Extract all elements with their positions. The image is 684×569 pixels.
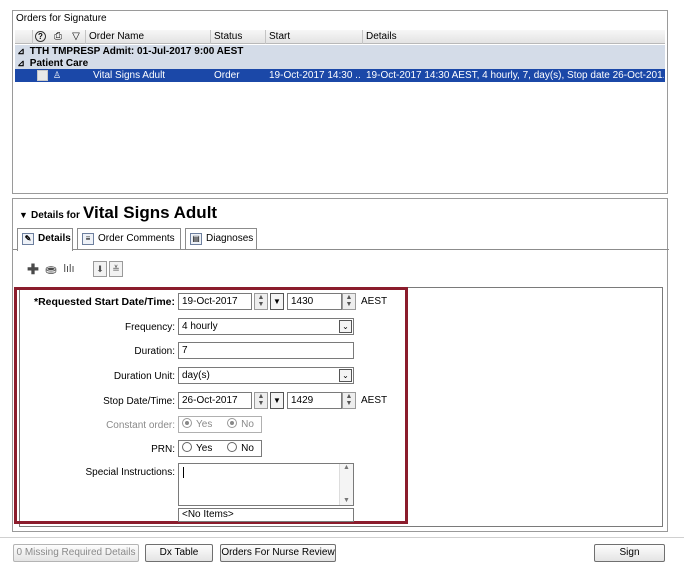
prn-radio-group: Yes No [178, 440, 262, 457]
order-type-icon: ♙ [53, 70, 62, 80]
stop-time-field[interactable]: 1429 [287, 392, 342, 409]
duration-unit-label: Duration Unit: [113, 371, 175, 382]
tab-divider [13, 249, 669, 250]
prn-label: PRN: [151, 444, 175, 455]
duration-label: Duration: [134, 346, 175, 357]
stop-timezone: AEST [361, 395, 388, 406]
requested-start-date-field[interactable]: 19-Oct-2017 [178, 293, 252, 310]
orders-for-nurse-review-button[interactable]: Orders For Nurse Review [220, 544, 336, 562]
duration-field[interactable]: 7 [178, 342, 354, 359]
column-header-order-name[interactable]: Order Name [85, 30, 211, 44]
reference-icon[interactable]: ⛂ [43, 261, 59, 277]
stop-calendar-dropdown[interactable]: ▼ [270, 392, 284, 409]
stop-date-spinner[interactable]: ▲ ▼ [254, 392, 268, 409]
scroll-down-icon[interactable]: ▼ [340, 497, 353, 505]
comments-tab-icon: ≡ [82, 233, 94, 245]
tab-order-comments[interactable]: ≡ Order Comments [77, 228, 181, 250]
duration-unit-select[interactable]: day(s) ⌄ [178, 367, 354, 384]
orders-for-signature-panel: Orders for Signature ? ⎙ ▽ Order Name St… [12, 10, 668, 194]
tab-details-label: Details [38, 233, 71, 244]
order-details: 19-Oct-2017 14:30 AEST, 4 hourly, 7, day… [366, 70, 664, 81]
prn-no-label[interactable]: No [241, 443, 254, 454]
order-name: Vital Signs Adult [93, 70, 166, 81]
order-row-selected[interactable]: ♙ Vital Signs Adult Order 19-Oct-2017 14… [15, 69, 665, 82]
details-heading: ▼ Details for Vital Signs Adult [19, 203, 217, 223]
stop-datetime-label: Stop Date/Time: [103, 396, 175, 407]
prn-yes-radio[interactable] [182, 442, 192, 452]
order-start: 19-Oct-2017 14:30 ... [269, 70, 361, 81]
frequency-label: Frequency: [124, 322, 175, 333]
filter-icon[interactable]: ▽ [70, 31, 82, 43]
requested-start-time-spinner[interactable]: ▲ ▼ [342, 293, 356, 310]
requested-start-label: *Requested Start Date/Time: [33, 296, 175, 308]
constant-order-yes-radio [182, 418, 192, 428]
encounter-group-row[interactable]: ⊿ TTH TMPRESP Admit: 01-Jul-2017 9:00 AE… [15, 45, 665, 57]
requested-start-timezone: AEST [361, 296, 388, 307]
prn-yes-label[interactable]: Yes [196, 443, 212, 454]
collapse-arrow-icon[interactable]: ▼ [19, 210, 28, 220]
tab-details[interactable]: ✎ Details [17, 228, 73, 251]
sign-button[interactable]: Sign [594, 544, 665, 562]
requested-start-time-field[interactable]: 1430 [287, 293, 342, 310]
category-group-row[interactable]: ⊿ Patient Care [15, 57, 665, 69]
chart-icon[interactable]: lılı [61, 261, 77, 277]
diagnoses-tab-icon: ▤ [190, 233, 202, 245]
frequency-select[interactable]: 4 hourly ⌄ [178, 318, 354, 335]
missing-required-details-button[interactable]: 0 Missing Required Details [13, 544, 139, 562]
chevron-down-icon[interactable]: ⌄ [339, 369, 352, 382]
category-label: Patient Care [29, 58, 89, 69]
chevron-down-icon[interactable]: ⌄ [339, 320, 352, 333]
special-instructions-list[interactable]: <No Items> [178, 508, 354, 522]
panel-title: Orders for Signature [16, 13, 107, 24]
add-icon[interactable]: ✚ [25, 261, 41, 277]
tab-diagnoses-label: Diagnoses [206, 233, 254, 244]
constant-order-label: Constant order: [106, 420, 175, 431]
collapse-icon[interactable]: ⊿ [15, 45, 27, 57]
frequency-value: 4 hourly [182, 321, 218, 332]
constant-yes-label: Yes [196, 419, 213, 430]
collapse-icon[interactable]: ⊿ [15, 57, 27, 69]
stop-date-field[interactable]: 26-Oct-2017 [178, 392, 252, 409]
stop-time-spinner[interactable]: ▲ ▼ [342, 392, 356, 409]
requested-start-date-spinner[interactable]: ▲ ▼ [254, 293, 268, 310]
special-instructions-textarea[interactable] [178, 463, 354, 506]
tab-order-comments-label: Order Comments [98, 233, 175, 244]
constant-no-label: No [241, 419, 254, 430]
move-down-icon[interactable]: ⬇ [93, 261, 107, 277]
column-header-details[interactable]: Details [363, 30, 665, 44]
column-header-start[interactable]: Start [266, 30, 363, 44]
order-checkbox[interactable] [37, 70, 48, 81]
order-status: Order [214, 70, 240, 81]
dx-table-button[interactable]: Dx Table [145, 544, 213, 562]
bottom-divider [0, 537, 684, 538]
grid-header: ? ⎙ ▽ Order Name Status Start Details [15, 30, 665, 44]
header-spacer [15, 30, 33, 44]
help-icon[interactable]: ? [35, 31, 46, 42]
requested-start-calendar-dropdown[interactable]: ▼ [270, 293, 284, 310]
details-prefix: Details for [30, 210, 80, 221]
prn-no-radio[interactable] [227, 442, 238, 452]
special-instructions-label: Special Instructions: [85, 467, 176, 478]
text-caret [183, 467, 184, 478]
duration-unit-value: day(s) [182, 370, 210, 381]
tab-diagnoses[interactable]: ▤ Diagnoses [185, 228, 257, 250]
scroll-up-icon[interactable]: ▲ [340, 464, 353, 472]
column-header-status[interactable]: Status [211, 30, 266, 44]
details-tab-icon: ✎ [22, 233, 34, 245]
encounter-label: TTH TMPRESP Admit: 01-Jul-2017 9:00 AEST [29, 46, 244, 57]
expand-down-icon[interactable]: ≚ [109, 261, 123, 277]
special-instructions-scrollbar[interactable]: ▲ ▼ [339, 464, 353, 505]
constant-order-no-radio [227, 418, 238, 428]
comment-icon[interactable]: ⎙ [52, 31, 64, 43]
details-order-title: Vital Signs Adult [82, 203, 218, 222]
constant-order-radio-group: Yes No [178, 416, 262, 433]
